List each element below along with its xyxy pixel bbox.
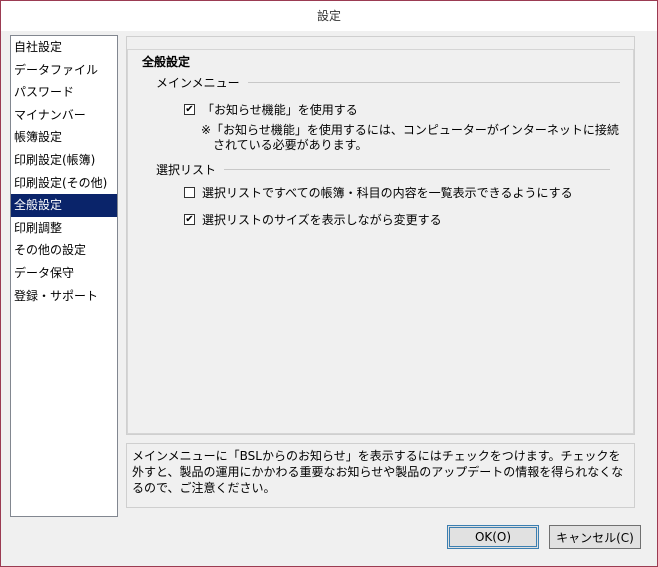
settings-dialog: 設定 自社設定 データファイル パスワード マイナンバー 帳簿設定 印刷設定(帳… — [0, 0, 658, 567]
select-list-section-header: 選択リスト — [156, 161, 611, 177]
resize-with-preview-option[interactable]: ✔ 選択リストのサイズを表示しながら変更する — [184, 211, 442, 227]
sidebar-item-print-other[interactable]: 印刷設定(その他) — [11, 172, 117, 195]
sidebar-item-print-adjust[interactable]: 印刷調整 — [11, 217, 117, 240]
general-settings-group: 全般設定 メインメニュー ✔ 「お知らせ機能」を使用する ※「お知らせ機能」を使… — [127, 49, 634, 434]
resize-with-preview-checkbox[interactable]: ✔ — [184, 213, 195, 225]
general-settings-panel: 全般設定 メインメニュー ✔ 「お知らせ機能」を使用する ※「お知らせ機能」を使… — [126, 36, 635, 435]
show-all-ledgers-option[interactable]: 選択リストですべての帳簿・科目の内容を一覧表示できるようにする — [184, 184, 573, 200]
help-description: メインメニューに「BSLからのお知らせ」を表示するにはチェックをつけます。チェッ… — [126, 443, 635, 508]
sidebar-item-company[interactable]: 自社設定 — [11, 36, 117, 59]
section-divider — [247, 81, 620, 83]
window-title: 設定 — [1, 1, 657, 31]
dialog-client: 自社設定 データファイル パスワード マイナンバー 帳簿設定 印刷設定(帳簿) … — [9, 31, 649, 560]
sidebar-item-other-settings[interactable]: その他の設定 — [11, 239, 117, 262]
show-all-ledgers-checkbox[interactable] — [184, 186, 195, 198]
sidebar-item-print-ledger[interactable]: 印刷設定(帳簿) — [11, 149, 117, 172]
ok-button[interactable]: OK(O) — [447, 525, 539, 549]
group-title: 全般設定 — [138, 53, 195, 70]
sidebar-item-my-number[interactable]: マイナンバー — [11, 104, 117, 127]
settings-category-list[interactable]: 自社設定 データファイル パスワード マイナンバー 帳簿設定 印刷設定(帳簿) … — [10, 35, 118, 517]
cancel-button[interactable]: キャンセル(C) — [549, 525, 641, 549]
main-menu-section-header: メインメニュー — [156, 74, 620, 90]
notification-feature-note: ※「お知らせ機能」を使用するには、コンピューターがインターネットに接続 されてい… — [201, 123, 619, 152]
resize-with-preview-label[interactable]: 選択リストのサイズを表示しながら変更する — [202, 211, 442, 228]
select-list-section-label: 選択リスト — [156, 162, 217, 177]
show-all-ledgers-label[interactable]: 選択リストですべての帳簿・科目の内容を一覧表示できるようにする — [202, 184, 573, 201]
sidebar-item-data-file[interactable]: データファイル — [11, 59, 117, 82]
notification-feature-option[interactable]: ✔ 「お知らせ機能」を使用する — [184, 101, 358, 117]
sidebar-item-data-maintenance[interactable]: データ保守 — [11, 262, 117, 285]
sidebar-item-general[interactable]: 全般設定 — [11, 194, 117, 217]
sidebar-item-registration-support[interactable]: 登録・サポート — [11, 285, 117, 308]
notification-feature-label[interactable]: 「お知らせ機能」を使用する — [202, 101, 358, 118]
sidebar-item-ledger-settings[interactable]: 帳簿設定 — [11, 126, 117, 149]
main-menu-section-label: メインメニュー — [156, 75, 240, 90]
notification-feature-checkbox[interactable]: ✔ — [184, 103, 195, 115]
section-divider — [224, 168, 611, 170]
sidebar-item-password[interactable]: パスワード — [11, 81, 117, 104]
